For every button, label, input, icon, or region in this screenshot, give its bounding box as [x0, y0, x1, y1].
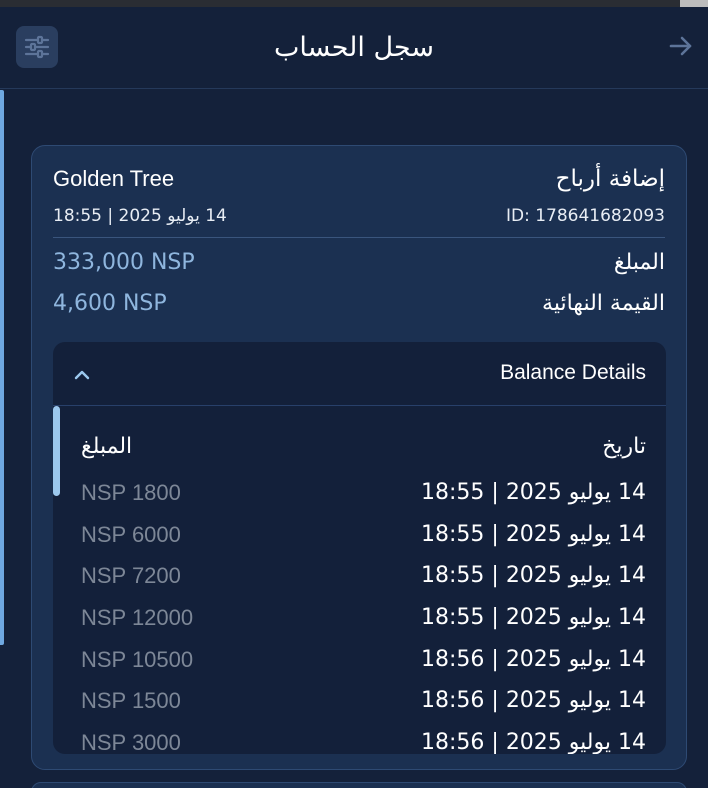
row-date: 14 يوليو 2025 | 18:55 — [421, 521, 646, 547]
row-date: 14 يوليو 2025 | 18:56 — [421, 688, 646, 714]
app-header: سجل الحساب — [0, 7, 708, 89]
transaction-id: ID: 178641682093 — [505, 206, 665, 226]
row-date: 14 يوليو 2025 | 18:56 — [421, 730, 646, 754]
balance-row: 14 يوليو 2025 | 18:56 NSP 1500 — [53, 682, 666, 724]
row-amount: NSP 1800 — [81, 480, 181, 505]
divider — [53, 237, 665, 238]
row-amount: NSP 6000 — [81, 521, 181, 547]
transaction-type: إضافة أرباح — [555, 166, 665, 192]
transaction-card: إضافة أرباح Golden Tree ID: 178641682093… — [31, 145, 687, 770]
status-corner — [680, 0, 708, 7]
row-date: 14 يوليو 2025 | 18:55 — [421, 605, 646, 631]
chevron-up-icon — [74, 370, 90, 380]
row-date: 14 يوليو 2025 | 18:56 — [421, 646, 646, 672]
amount-value: 333,000 NSP — [53, 250, 195, 275]
merchant-name: Golden Tree — [53, 166, 175, 191]
balance-details-panel: Balance Details تاريخ المبلغ 14 يوليو 20… — [53, 342, 666, 754]
row-amount: NSP 12000 — [81, 605, 194, 631]
next-transaction-card[interactable] — [31, 782, 687, 788]
amount-label: المبلغ — [613, 250, 665, 275]
balance-details-title: Balance Details — [500, 361, 646, 384]
final-value-label: القيمة النهائية — [542, 291, 665, 316]
column-header-date: تاريخ — [602, 434, 646, 459]
transaction-date: 14 يوليو 2025 | 18:55 — [53, 206, 227, 226]
balance-row: 14 يوليو 2025 | 18:55 NSP 1800 — [53, 474, 666, 516]
row-amount: NSP 3000 — [81, 730, 181, 754]
row-amount: NSP 1500 — [81, 688, 181, 714]
row-date: 14 يوليو 2025 | 18:55 — [421, 480, 646, 505]
arrow-right-icon[interactable] — [668, 33, 694, 59]
balance-row: 14 يوليو 2025 | 18:55 NSP 7200 — [53, 557, 666, 599]
balance-row: 14 يوليو 2025 | 18:56 NSP 10500 — [53, 641, 666, 683]
final-value: 4,600 NSP — [53, 291, 167, 316]
column-header-amount: المبلغ — [81, 434, 133, 459]
row-amount: NSP 7200 — [81, 563, 181, 589]
balance-row: 14 يوليو 2025 | 18:55 NSP 12000 — [53, 599, 666, 641]
edge-scroll-indicator — [0, 90, 4, 645]
row-date: 14 يوليو 2025 | 18:55 — [421, 563, 646, 589]
balance-row: 14 يوليو 2025 | 18:55 NSP 6000 — [53, 516, 666, 558]
page-title: سجل الحساب — [274, 32, 434, 63]
balance-row: 14 يوليو 2025 | 18:56 NSP 3000 — [53, 724, 666, 754]
status-strip — [0, 0, 708, 7]
row-amount: NSP 10500 — [81, 646, 194, 672]
balance-details-toggle[interactable]: Balance Details — [53, 342, 666, 406]
balance-rows: 14 يوليو 2025 | 18:55 NSP 1800 14 يوليو 20… — [53, 474, 666, 754]
